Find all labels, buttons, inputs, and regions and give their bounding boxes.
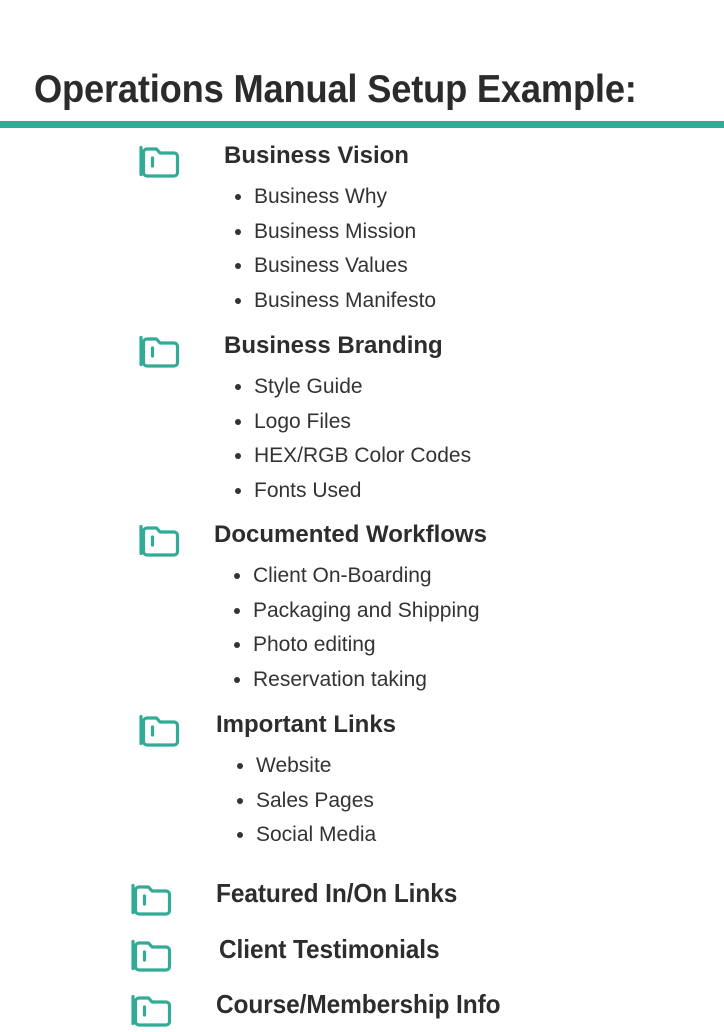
list-item-label: Business Why: [254, 185, 388, 208]
section-client-testimonials: Client Testimonials: [0, 933, 724, 977]
section-business-vision: Business Vision Business Why Business Mi…: [0, 140, 724, 318]
list-item-label: Business Values: [254, 254, 408, 277]
bullet-icon: [235, 487, 241, 494]
bullet-icon: [235, 384, 241, 390]
list-item: Client On-Boarding: [0, 559, 724, 594]
section-title: Business Branding: [224, 332, 443, 359]
section-featured-in-on-links: Featured In/On Links: [0, 877, 724, 921]
list-item-label: Sales Pages: [256, 788, 374, 812]
folder-icon: [128, 936, 174, 974]
folder-icon: [136, 332, 182, 370]
list-item: Business Why: [0, 180, 724, 215]
section-header: Documented Workflows: [0, 519, 724, 559]
accent-divider: [0, 121, 724, 128]
section-items: Website Sales Pages Social Media: [0, 749, 724, 853]
list-item: Fonts Used: [0, 474, 724, 509]
list-item-label: Business Mission: [254, 219, 417, 243]
bullet-icon: [237, 832, 243, 838]
bullet-icon: [234, 573, 240, 579]
section-items: Style Guide Logo Files HEX/RGB Color Cod…: [0, 370, 724, 508]
page-title: Operations Manual Setup Example:: [34, 68, 637, 112]
list-item: Website: [0, 749, 724, 784]
list-item: Social Media: [0, 818, 724, 853]
list-item-label: Style Guide: [254, 375, 363, 398]
list-item: Sales Pages: [0, 784, 724, 819]
section-header: Course/Membership Info: [0, 988, 724, 1032]
list-item-label: Photo editing: [253, 633, 376, 656]
bullet-icon: [235, 228, 241, 235]
list-item: HEX/RGB Color Codes: [0, 439, 724, 474]
list-item-label: Website: [256, 754, 332, 777]
bullet-icon: [235, 418, 241, 425]
section-header: Client Testimonials: [0, 933, 724, 977]
list-item: Packaging and Shipping: [0, 594, 724, 629]
folder-icon: [136, 711, 182, 749]
list-item: Style Guide: [0, 370, 724, 405]
list-item-label: Logo Files: [254, 409, 351, 433]
list-item: Photo editing: [0, 628, 724, 663]
bullet-icon: [235, 194, 241, 200]
section-title: Client Testimonials: [219, 933, 440, 964]
bullet-icon: [235, 263, 241, 269]
section-header: Business Vision: [0, 140, 724, 180]
list-item: Business Mission: [0, 215, 724, 250]
section-header: Important Links: [0, 709, 724, 749]
section-title: Course/Membership Info: [216, 988, 501, 1019]
list-item-label: Packaging and Shipping: [253, 598, 480, 622]
bullet-icon: [234, 607, 240, 614]
list-item-label: Reservation taking: [253, 667, 427, 691]
section-items: Client On-Boarding Packaging and Shippin…: [0, 559, 724, 697]
bullet-icon: [235, 297, 241, 304]
section-header: Featured In/On Links: [0, 877, 724, 921]
section-important-links: Important Links Website Sales Pages Soci…: [0, 709, 724, 853]
list-item-label: Social Media: [256, 823, 377, 846]
bullet-icon: [234, 676, 240, 683]
section-title: Featured In/On Links: [216, 877, 458, 908]
list-item-label: Fonts Used: [254, 478, 362, 502]
bullet-icon: [237, 797, 243, 804]
list-item-label: HEX/RGB Color Codes: [254, 444, 472, 467]
section-course-membership-info: Course/Membership Info: [0, 988, 724, 1032]
list-item: Logo Files: [0, 405, 724, 440]
list-item: Reservation taking: [0, 663, 724, 698]
section-items: Business Why Business Mission Business V…: [0, 180, 724, 318]
bullet-icon: [235, 453, 241, 459]
section-title: Documented Workflows: [214, 521, 487, 548]
folder-icon: [128, 880, 174, 918]
section-documented-workflows: Documented Workflows Client On-Boarding …: [0, 519, 724, 697]
sections-list: Business Vision Business Why Business Mi…: [0, 134, 724, 1032]
list-item: Business Manifesto: [0, 284, 724, 319]
folder-icon: [136, 142, 182, 180]
section-title: Business Vision: [224, 142, 409, 169]
folder-icon: [136, 521, 182, 559]
folder-icon: [128, 991, 174, 1029]
section-title: Important Links: [216, 711, 397, 738]
list-item: Business Values: [0, 249, 724, 284]
bullet-icon: [237, 763, 243, 769]
list-item-label: Client On-Boarding: [253, 564, 432, 587]
bullet-icon: [234, 642, 240, 648]
section-header: Business Branding: [0, 330, 724, 370]
list-item-label: Business Manifesto: [254, 288, 437, 312]
section-business-branding: Business Branding Style Guide Logo Files…: [0, 330, 724, 508]
